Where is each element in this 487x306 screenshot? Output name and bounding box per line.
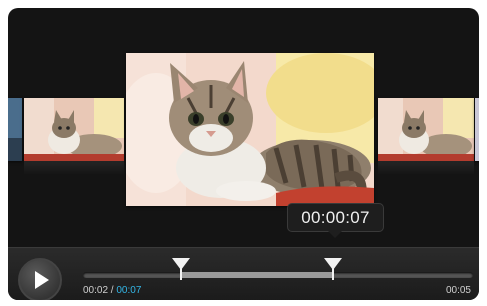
time-readout: 00:02 / 00:07 bbox=[83, 285, 141, 296]
playback-control-bar: 00:02 / 00:07 00:05 bbox=[8, 247, 479, 300]
thumbnail-selected[interactable] bbox=[126, 53, 374, 206]
position-time-tooltip: 00:00:07 bbox=[287, 203, 384, 238]
trim-track[interactable] bbox=[83, 258, 473, 280]
trim-start-handle[interactable] bbox=[172, 258, 190, 280]
current-time: 00:02 bbox=[83, 285, 109, 296]
thumbnail-far-left[interactable] bbox=[8, 98, 22, 161]
thumbnail-left[interactable] bbox=[24, 98, 124, 161]
thumbnail-right-reflection bbox=[378, 161, 474, 175]
position-time: 00:07 bbox=[116, 285, 142, 296]
duration-time: 00:05 bbox=[445, 285, 471, 296]
trim-selected-range bbox=[181, 272, 333, 278]
thumbnail-right[interactable] bbox=[378, 98, 474, 161]
video-trimmer-screen: 00:00:07 00:02 / 00:07 00:05 bbox=[8, 8, 479, 300]
thumbnail-left-reflection bbox=[24, 161, 124, 175]
trim-end-handle[interactable] bbox=[324, 258, 342, 280]
play-icon bbox=[35, 271, 49, 289]
video-trimmer-frame: 00:00:07 00:02 / 00:07 00:05 bbox=[0, 0, 487, 306]
thumbnail-far-right[interactable] bbox=[475, 98, 479, 161]
play-button[interactable] bbox=[18, 258, 62, 300]
